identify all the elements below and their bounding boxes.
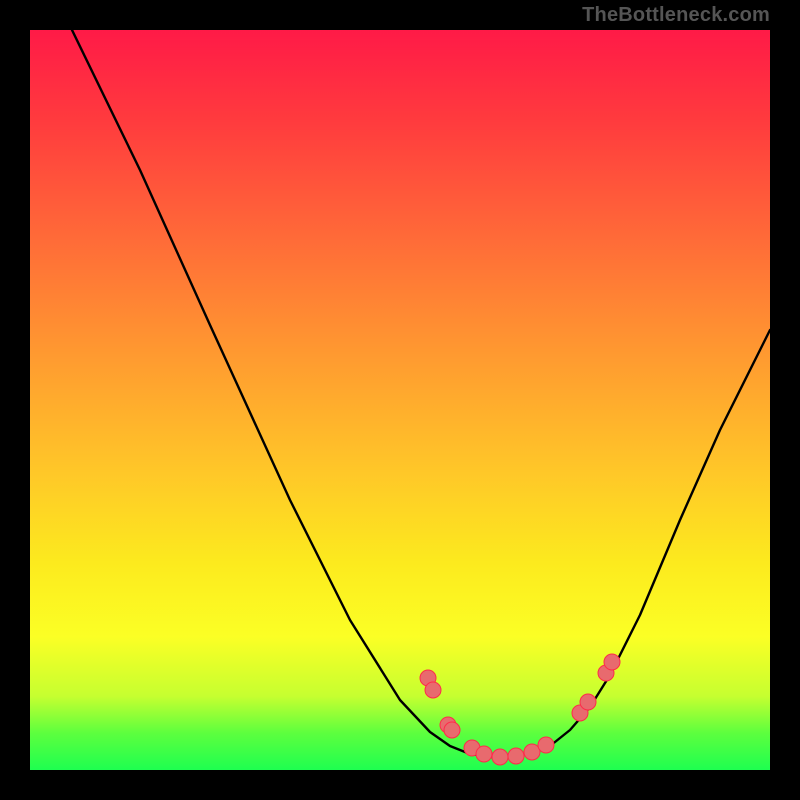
plot-background-gradient — [30, 30, 770, 770]
chart-root: TheBottleneck.com — [0, 0, 800, 800]
watermark-text: TheBottleneck.com — [582, 4, 770, 27]
